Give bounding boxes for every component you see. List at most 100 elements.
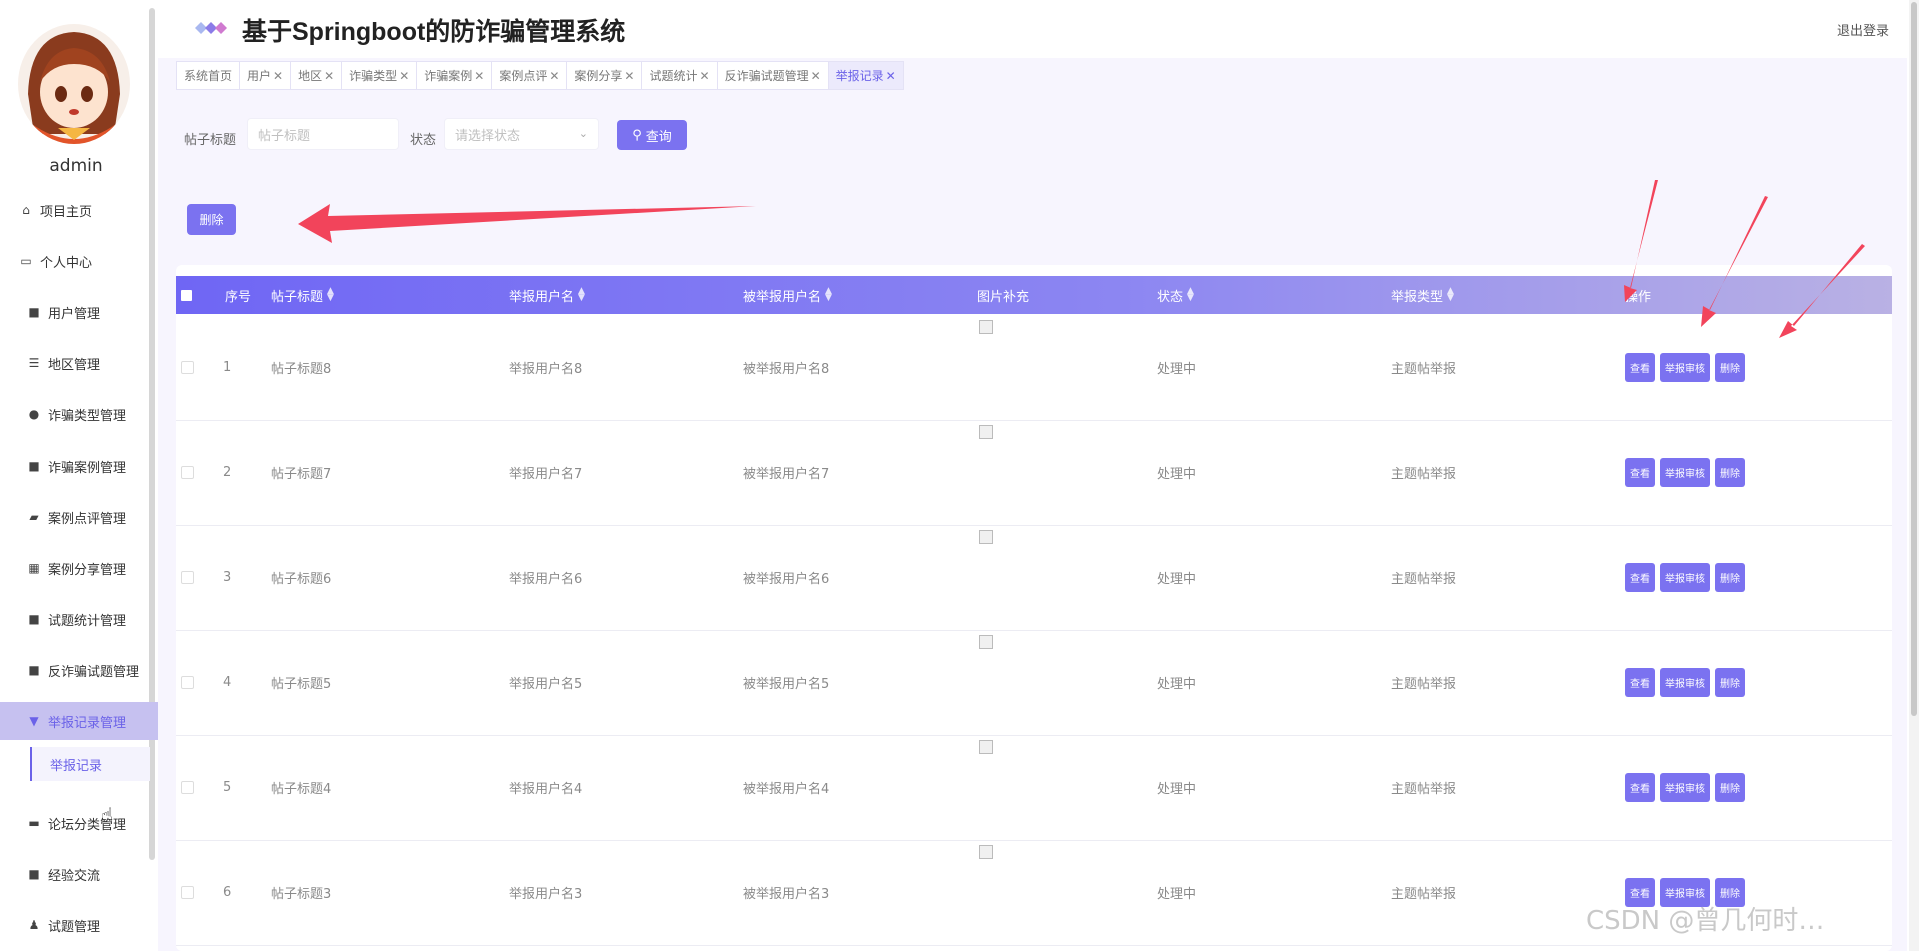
cell-reporter: 举报用户名3 <box>509 887 583 902</box>
search-icon: ⚲ <box>632 127 642 143</box>
sort-icon[interactable]: ▲ ▼ <box>327 287 334 303</box>
row-checkbox-cell <box>181 735 194 840</box>
sidebar-item-report-records[interactable]: ▼ 举报记录管理 <box>0 702 178 740</box>
sort-icon[interactable]: ▲ ▼ <box>1447 287 1454 303</box>
review-button[interactable]: 举报审核 <box>1660 353 1710 382</box>
sidebar-item-fraud-cases[interactable]: ■ 诈骗案例管理 <box>0 447 178 485</box>
tab-quiz-stats[interactable]: 试题统计 ✕ <box>641 61 718 90</box>
sidebar-item-fraud-types[interactable]: ● 诈骗类型管理 <box>0 395 178 433</box>
list-icon: ☰ <box>28 356 40 370</box>
view-button[interactable]: 查看 <box>1625 353 1655 382</box>
delete-button[interactable]: 删除 <box>1715 563 1745 592</box>
sidebar-item-case-shares[interactable]: ▦ 案例分享管理 <box>0 549 178 587</box>
delete-button[interactable]: 删除 <box>1715 773 1745 802</box>
page-scrollbar[interactable] <box>1909 0 1919 951</box>
row-checkbox[interactable] <box>181 466 194 479</box>
cell-index: 6 <box>223 885 232 900</box>
view-button[interactable]: 查看 <box>1625 668 1655 697</box>
sidebar-item-anti-fraud-quiz[interactable]: ■ 反诈骗试题管理 <box>0 651 178 689</box>
apps-icon: ▦ <box>28 561 40 575</box>
close-icon[interactable]: ✕ <box>474 69 484 83</box>
home-icon: ⌂ <box>22 203 30 217</box>
column-header-reporter[interactable]: 举报用户名 ▲ ▼ <box>509 276 585 314</box>
tab-fraud-types[interactable]: 诈骗类型 ✕ <box>341 61 418 90</box>
status-select[interactable]: 请选择状态 ⌄ <box>444 118 599 150</box>
cell-status: 处理中 <box>1157 677 1197 692</box>
column-header-reported[interactable]: 被举报用户名 ▲ ▼ <box>743 276 832 314</box>
submenu-item-report-records[interactable]: 举报记录 <box>30 747 150 781</box>
cell-title: 帖子标题5 <box>271 677 332 692</box>
row-checkbox[interactable] <box>181 571 194 584</box>
view-button[interactable]: 查看 <box>1625 773 1655 802</box>
title-search-input[interactable]: 帖子标题 <box>247 118 399 150</box>
sidebar-item-users[interactable]: ■ 用户管理 <box>0 293 178 331</box>
row-checkbox[interactable] <box>181 361 194 374</box>
logo-icon <box>195 22 227 34</box>
view-button[interactable]: 查看 <box>1625 458 1655 487</box>
row-checkbox[interactable] <box>181 781 194 794</box>
chevron-down-icon: ⌄ <box>578 127 588 140</box>
sidebar-item-profile[interactable]: ▭ 个人中心 <box>0 242 170 280</box>
sort-icon[interactable]: ▲ ▼ <box>825 287 832 303</box>
tab-bar: 系统首页 用户 ✕ 地区 ✕ 诈骗类型 ✕ 诈骗案例 ✕ 案例点评 ✕ 案例分享 ✕ 试题统… <box>176 61 904 90</box>
row-checkbox[interactable] <box>181 886 194 899</box>
tab-case-reviews[interactable]: 案例点评 ✕ <box>491 61 568 90</box>
query-button-label: 查询 <box>645 129 672 145</box>
tab-users[interactable]: 用户 ✕ <box>239 61 292 90</box>
sort-icon[interactable]: ▲ ▼ <box>1187 287 1194 303</box>
column-header-status[interactable]: 状态 ▲ ▼ <box>1157 276 1194 314</box>
app-title: 基于Springboot的防诈骗管理系统 <box>242 18 626 46</box>
batch-delete-button[interactable]: 删除 <box>187 204 236 235</box>
broken-image-icon <box>979 320 993 334</box>
tab-anti-fraud-quiz[interactable]: 反诈骗试题管理 ✕ <box>716 61 829 90</box>
close-icon[interactable]: ✕ <box>700 69 710 83</box>
close-icon[interactable]: ✕ <box>811 69 821 83</box>
tab-regions[interactable]: 地区 ✕ <box>290 61 343 90</box>
sidebar-item-label: 案例点评管理 <box>48 511 127 527</box>
tab-home[interactable]: 系统首页 <box>176 61 241 90</box>
sidebar-item-label: 反诈骗试题管理 <box>48 664 140 680</box>
tab-label: 反诈骗试题管理 <box>724 69 809 83</box>
cell-index: 5 <box>223 780 232 795</box>
review-button[interactable]: 举报审核 <box>1660 563 1710 592</box>
row-checkbox-cell <box>181 840 194 945</box>
column-header-type[interactable]: 举报类型 ▲ ▼ <box>1391 276 1454 314</box>
table-row: 2 帖子标题7 举报用户名7 被举报用户名7 处理中 主题帖举报 查看 举报审核 删除 <box>176 420 1892 526</box>
delete-button[interactable]: 删除 <box>1715 668 1745 697</box>
close-icon[interactable]: ✕ <box>624 69 634 83</box>
column-header-title[interactable]: 帖子标题 ▲ ▼ <box>271 276 334 314</box>
close-icon[interactable]: ✕ <box>549 69 559 83</box>
sidebar-item-home[interactable]: ⌂ 项目主页 <box>0 191 170 229</box>
tab-case-shares[interactable]: 案例分享 ✕ <box>566 61 643 90</box>
sidebar-item-label: 地区管理 <box>48 357 101 373</box>
cell-type: 主题帖举报 <box>1391 362 1457 377</box>
query-button[interactable]: ⚲ 查询 <box>617 120 687 150</box>
sort-icon[interactable]: ▲ ▼ <box>578 287 585 303</box>
logout-link[interactable]: 退出登录 <box>1837 20 1889 39</box>
view-button[interactable]: 查看 <box>1625 563 1655 592</box>
review-button[interactable]: 举报审核 <box>1660 773 1710 802</box>
sidebar-item-regions[interactable]: ☰ 地区管理 <box>0 344 178 382</box>
cell-title: 帖子标题7 <box>271 467 332 482</box>
sidebar-item-label: 论坛分类管理 <box>48 817 127 833</box>
tab-report-records[interactable]: 举报记录 ✕ <box>827 61 904 90</box>
cell-title: 帖子标题8 <box>271 362 332 377</box>
delete-button[interactable]: 删除 <box>1715 458 1745 487</box>
grid-icon: ■ <box>28 663 40 677</box>
sidebar-item-forum-categories[interactable]: ▬ 论坛分类管理 <box>0 804 178 842</box>
review-button[interactable]: 举报审核 <box>1660 668 1710 697</box>
sidebar-item-experience[interactable]: ■ 经验交流 <box>0 855 178 893</box>
sidebar-item-quiz-management[interactable]: ♟ 试题管理 <box>0 906 178 944</box>
review-button[interactable]: 举报审核 <box>1660 458 1710 487</box>
close-icon[interactable]: ✕ <box>273 69 283 83</box>
delete-button[interactable]: 删除 <box>1715 353 1745 382</box>
close-icon[interactable]: ✕ <box>399 69 409 83</box>
close-icon[interactable]: ✕ <box>886 69 896 83</box>
sidebar-item-case-reviews[interactable]: ▰ 案例点评管理 <box>0 498 178 536</box>
tab-fraud-cases[interactable]: 诈骗案例 ✕ <box>416 61 493 90</box>
row-checkbox[interactable] <box>181 676 194 689</box>
select-all-checkbox[interactable] <box>181 290 192 301</box>
close-icon[interactable]: ✕ <box>324 69 334 83</box>
row-checkbox-cell <box>181 630 194 735</box>
sidebar-item-quiz-stats[interactable]: ■ 试题统计管理 <box>0 600 178 638</box>
